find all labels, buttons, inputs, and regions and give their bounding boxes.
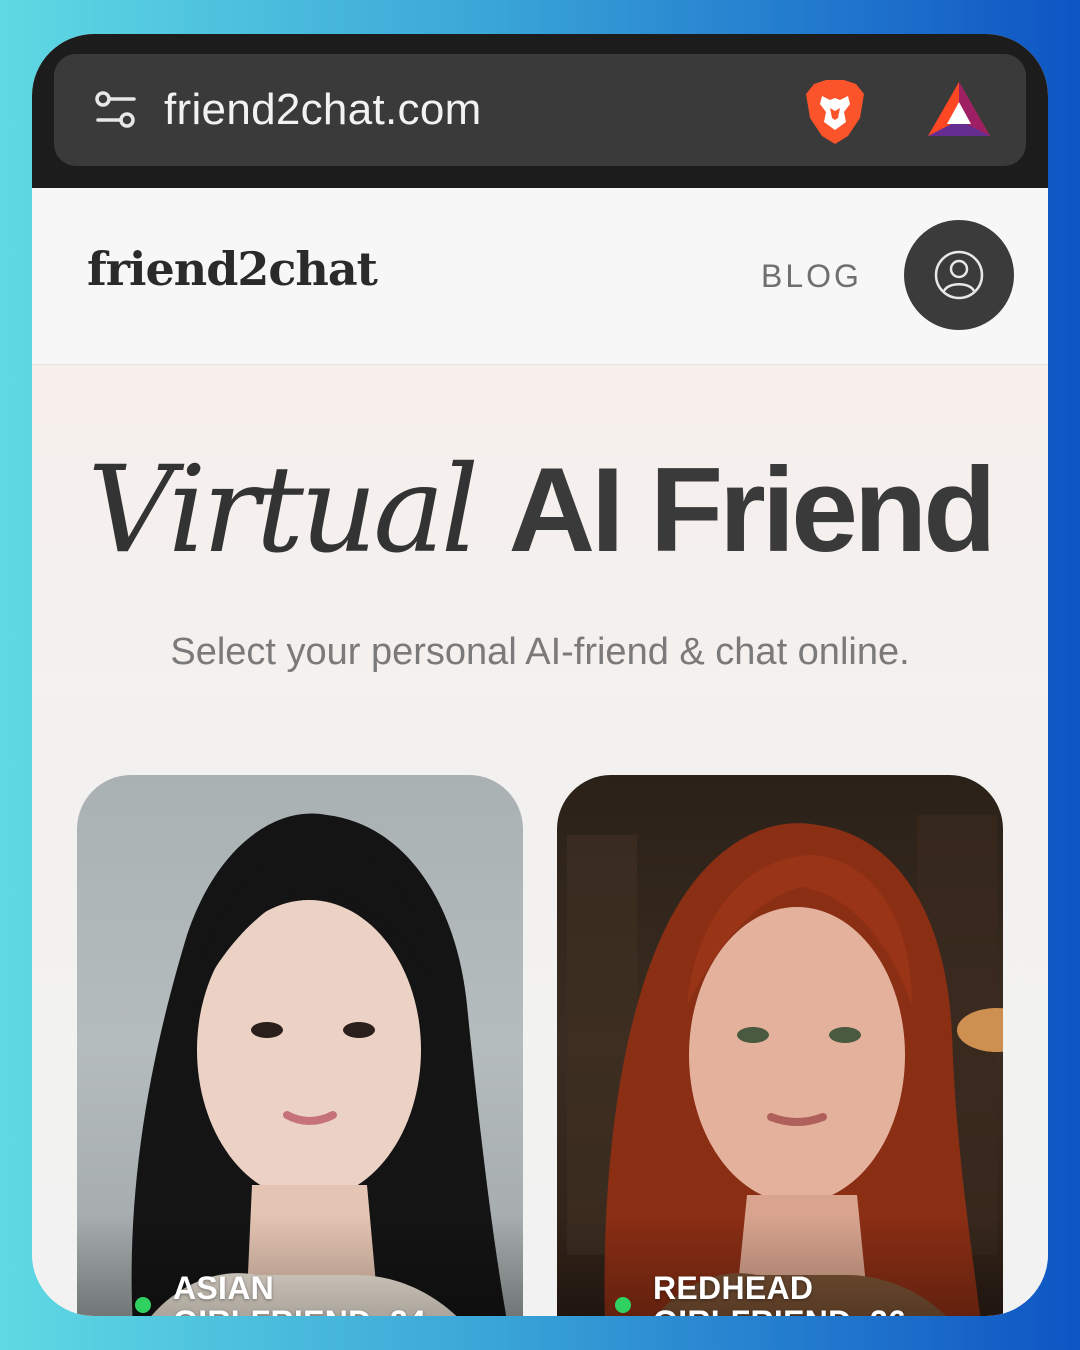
hero-section: Virtual AI Friend Select your personal A… [32,365,1048,1316]
site-logo[interactable]: friend2chat [87,242,378,296]
url-text[interactable]: friend2chat.com [164,84,482,136]
profile-card-label-line1: REDHEAD [653,1270,814,1306]
hero-title-italic: Virtual [87,441,479,580]
tune-icon[interactable] [94,90,138,130]
account-button[interactable] [904,220,1014,330]
phone-frame: friend2chat.com friend2chat BLOG Virtual… [32,34,1048,1316]
hero-subtitle: Select your personal AI-friend & chat on… [170,631,910,673]
online-status-dot [615,1297,631,1313]
profile-card-label-line2: GIRLFRIEND, 26 [653,1305,983,1316]
address-bar[interactable]: friend2chat.com [54,54,1026,166]
profile-card-label: ASIAN GIRLFRIEND, 24 [173,1271,503,1316]
brave-lion-icon[interactable] [804,78,866,146]
online-status-dot [135,1297,151,1313]
profile-card-label-line2: GIRLFRIEND, 24 [173,1305,503,1316]
profile-card-redhead[interactable]: REDHEAD GIRLFRIEND, 26 [557,775,1003,1316]
profile-card-asian[interactable]: ASIAN GIRLFRIEND, 24 [77,775,523,1316]
site-header: friend2chat BLOG [32,188,1048,365]
blog-link[interactable]: BLOG [761,258,862,295]
bat-triangle-icon[interactable] [926,80,992,138]
hero-title: Virtual AI Friend [32,435,1048,586]
profile-card-label: REDHEAD GIRLFRIEND, 26 [653,1271,983,1316]
profile-card-label-line1: ASIAN [173,1270,275,1306]
browser-toolbar: friend2chat.com [32,34,1048,188]
hero-title-bold: AI Friend [508,443,997,577]
profile-photo [77,813,523,1316]
profile-photo [557,815,1003,1316]
